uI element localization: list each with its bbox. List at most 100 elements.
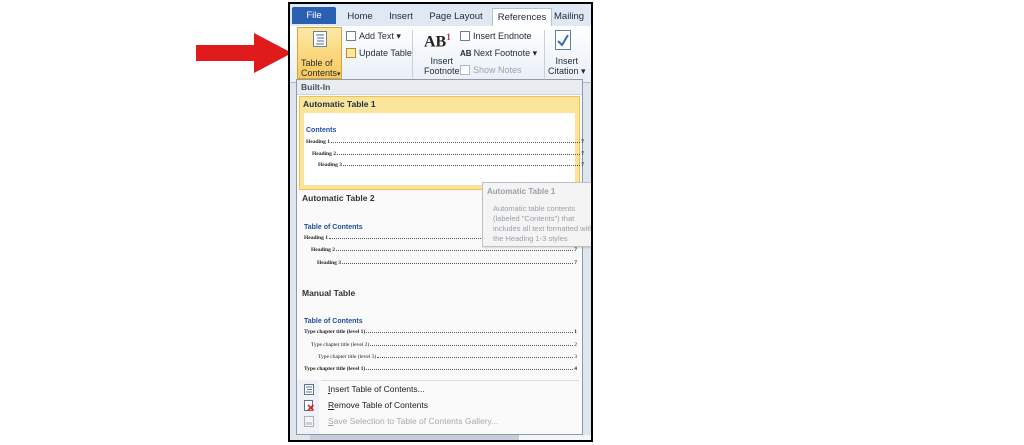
preview-toc-line: Type chapter title (level 3) 3 — [318, 351, 577, 360]
add-text-icon — [346, 31, 356, 41]
toc-leader-dots — [331, 142, 581, 143]
toc-line-text: Type chapter title (level 2) — [311, 342, 370, 348]
insert-citation-button[interactable]: Insert Citation ▾ — [548, 56, 586, 77]
tab-mailings[interactable]: Mailing — [554, 8, 591, 26]
preview-toc-line: Heading 3 7 — [317, 257, 577, 266]
endnote-icon — [460, 31, 470, 41]
toc-line-text: Type chapter title (level 1) — [304, 366, 366, 372]
insert-footnote-icon: AB1 — [424, 32, 451, 51]
insert-citation-label-line1: Insert — [555, 56, 579, 66]
toc-leader-dots — [370, 345, 574, 346]
footnote-icon-superscript: 1 — [446, 32, 451, 42]
insert-footnote-label-line2: Footnote — [424, 66, 460, 76]
tooltip-title: Automatic Table 1 — [487, 187, 556, 196]
toc-button-label-contents: Contents — [301, 68, 338, 78]
preview-toc-line: Type chapter title (level 2) 2 — [311, 339, 577, 348]
save-selection-icon — [304, 416, 314, 427]
page-area — [519, 435, 591, 440]
gallery-tooltip: Automatic Table 1 Automatic table conten… — [482, 182, 593, 247]
toc-leader-dots — [377, 357, 574, 358]
next-footnote-icon: AB — [460, 49, 472, 58]
tab-page-layout[interactable]: Page Layout — [424, 8, 488, 26]
toc-line-text: Heading 1 — [304, 235, 328, 241]
toc-leader-dots — [343, 165, 581, 166]
toc-line-page: 1 — [574, 329, 577, 335]
tab-insert[interactable]: Insert — [382, 8, 420, 26]
update-table-button[interactable]: Update Table — [346, 48, 412, 58]
tab-home[interactable]: Home — [340, 8, 380, 26]
gallery-preview: Contents Heading 1 7 Heading 2 7 Heading 3… — [304, 113, 584, 185]
toc-line-page: 7 — [574, 260, 577, 266]
toc-line-page: 7 — [581, 162, 584, 168]
next-footnote-button[interactable]: AB Next Footnote ▾ — [460, 48, 537, 59]
add-text-label: Add Text ▾ — [359, 31, 401, 41]
insert-endnote-button[interactable]: Insert Endnote — [460, 31, 532, 41]
group-separator — [544, 30, 545, 78]
toc-line-page: 7 — [581, 139, 584, 145]
ribbon-tab-bar: File Home Insert Page Layout References … — [290, 4, 591, 28]
tooltip-body: Automatic table contents (labeled "Conte… — [493, 204, 593, 243]
save-selection-label: Save Selection to Table of Contents Gall… — [328, 416, 499, 426]
gallery-title: Manual Table — [302, 288, 356, 298]
preview-toc-heading: Table of Contents — [304, 318, 363, 325]
update-table-icon — [346, 48, 356, 58]
toc-doc-icon — [304, 384, 314, 395]
toc-leader-dots — [337, 154, 581, 155]
horizontal-scrollbar-track[interactable] — [310, 435, 520, 440]
insert-toc-label: Insert Table of Contents... — [328, 384, 425, 394]
toc-line-text: Heading 3 — [317, 260, 341, 266]
preview-toc-heading: Contents — [306, 127, 337, 134]
ribbon-references-groups: Table of Contents▾ Add Text ▾ Update Tab… — [290, 26, 591, 83]
gallery-automatic-table-1[interactable]: Automatic Table 1 Contents Heading 1 7 He… — [299, 96, 584, 190]
insert-footnote-label-line1: Insert — [430, 56, 454, 66]
red-arrow-annotation — [196, 33, 292, 73]
insert-citation-icon — [555, 30, 571, 50]
gallery-title: Automatic Table 2 — [302, 193, 375, 203]
menu-separator — [321, 380, 579, 381]
show-notes-button[interactable]: Show Notes — [460, 65, 522, 75]
gallery-title: Automatic Table 1 — [303, 99, 376, 109]
toc-doc-icon — [313, 31, 327, 47]
table-of-contents-button[interactable]: Table of Contents▾ — [297, 27, 342, 79]
word-window-crop: File Home Insert Page Layout References … — [288, 2, 593, 442]
toc-line-page: 4 — [574, 366, 577, 372]
remove-table-of-contents-command[interactable]: Remove Table of Contents — [299, 398, 580, 413]
toc-button-label-line1: Table of — [301, 58, 333, 68]
toc-line-text: Heading 2 — [312, 151, 336, 157]
toc-line-page: 7 — [581, 151, 584, 157]
gallery-manual-table[interactable]: Manual Table Table of Contents Type chap… — [299, 284, 580, 378]
chevron-down-icon: ▾ — [337, 71, 341, 78]
toc-leader-dots — [366, 369, 574, 370]
next-footnote-label: Next Footnote ▾ — [473, 48, 538, 58]
toc-leader-dots — [342, 263, 574, 264]
table-of-contents-dropdown: Built-In Automatic Table 1 Contents Head… — [296, 79, 584, 435]
insert-endnote-label: Insert Endnote — [473, 31, 532, 41]
insert-table-of-contents-command[interactable]: Insert Table of Contents... — [299, 382, 580, 397]
preview-toc-line: Heading 3 7 — [318, 159, 584, 168]
remove-toc-icon — [304, 400, 314, 411]
update-table-label: Update Table — [359, 48, 412, 58]
show-notes-icon — [460, 65, 470, 75]
save-selection-to-gallery-command[interactable]: Save Selection to Table of Contents Gall… — [299, 414, 580, 429]
toc-line-page: 7 — [574, 247, 577, 253]
preview-toc-heading: Table of Contents — [304, 224, 363, 231]
group-separator — [412, 30, 413, 78]
insert-footnote-button[interactable]: Insert Footnote — [424, 56, 460, 76]
toc-line-page: 2 — [574, 342, 577, 348]
toc-leader-dots — [336, 250, 574, 251]
show-notes-label: Show Notes — [473, 65, 522, 75]
toc-leader-dots — [366, 332, 574, 333]
toc-line-text: Type chapter title (level 3) — [318, 354, 377, 360]
footnote-icon-letters: AB — [424, 33, 447, 51]
preview-toc-line: Heading 1 7 — [306, 136, 584, 145]
remove-toc-label: Remove Table of Contents — [328, 400, 429, 410]
insert-citation-label-line2: Citation ▾ — [548, 66, 586, 76]
toc-button-label-line2: Contents▾ — [301, 68, 341, 78]
add-text-button[interactable]: Add Text ▾ — [346, 31, 401, 42]
tab-file[interactable]: File — [292, 7, 336, 24]
toc-line-text: Heading 2 — [311, 247, 335, 253]
built-in-section-header: Built-In — [297, 80, 582, 95]
toc-line-page: 3 — [574, 354, 577, 360]
toc-line-text: Type chapter title (level 1) — [304, 329, 366, 335]
tab-references[interactable]: References — [492, 8, 552, 28]
